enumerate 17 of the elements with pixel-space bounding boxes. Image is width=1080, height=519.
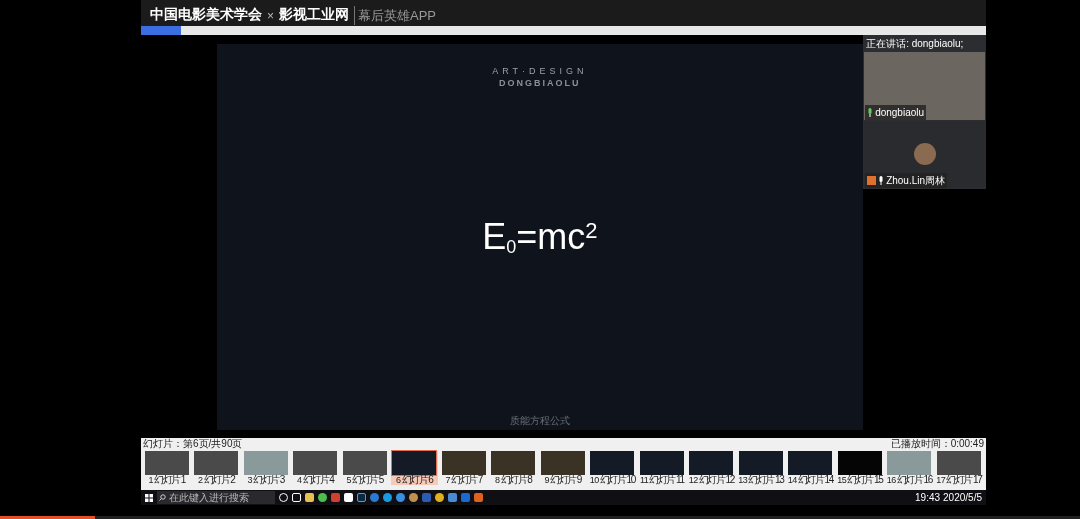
- search-field[interactable]: 在此键入进行搜索: [157, 491, 275, 504]
- brand-subtitle: DONGBIAOLU: [499, 78, 581, 88]
- elapsed-time: 已播放时间：0:00:49: [890, 438, 984, 449]
- organization-title: 中国电影美术学会: [150, 5, 262, 24]
- speaking-label: 正在讲话: dongbiaolu;: [865, 37, 965, 51]
- clock-time: 19:43: [915, 492, 941, 503]
- brand-title: ART·DESIGN: [492, 65, 588, 78]
- slide-thumbnail[interactable]: 6幻灯片 6: [390, 451, 438, 485]
- formula-text: E$_{0}$=mc$^{2}$: [482, 214, 598, 259]
- clock-date: 2020/5/5: [943, 492, 982, 503]
- separator-mark: ×: [267, 8, 274, 25]
- site-title: 影视工业网: [279, 5, 349, 24]
- participant-name: dongbiaolu: [875, 105, 925, 120]
- slide-caption: 质能方程公式: [509, 414, 570, 428]
- participant-name: Zhou.Lin周林: [886, 174, 946, 188]
- slide-position: 幻灯片：第6页/共90页: [143, 438, 243, 449]
- app-title: 幕后英雄APP: [354, 5, 437, 25]
